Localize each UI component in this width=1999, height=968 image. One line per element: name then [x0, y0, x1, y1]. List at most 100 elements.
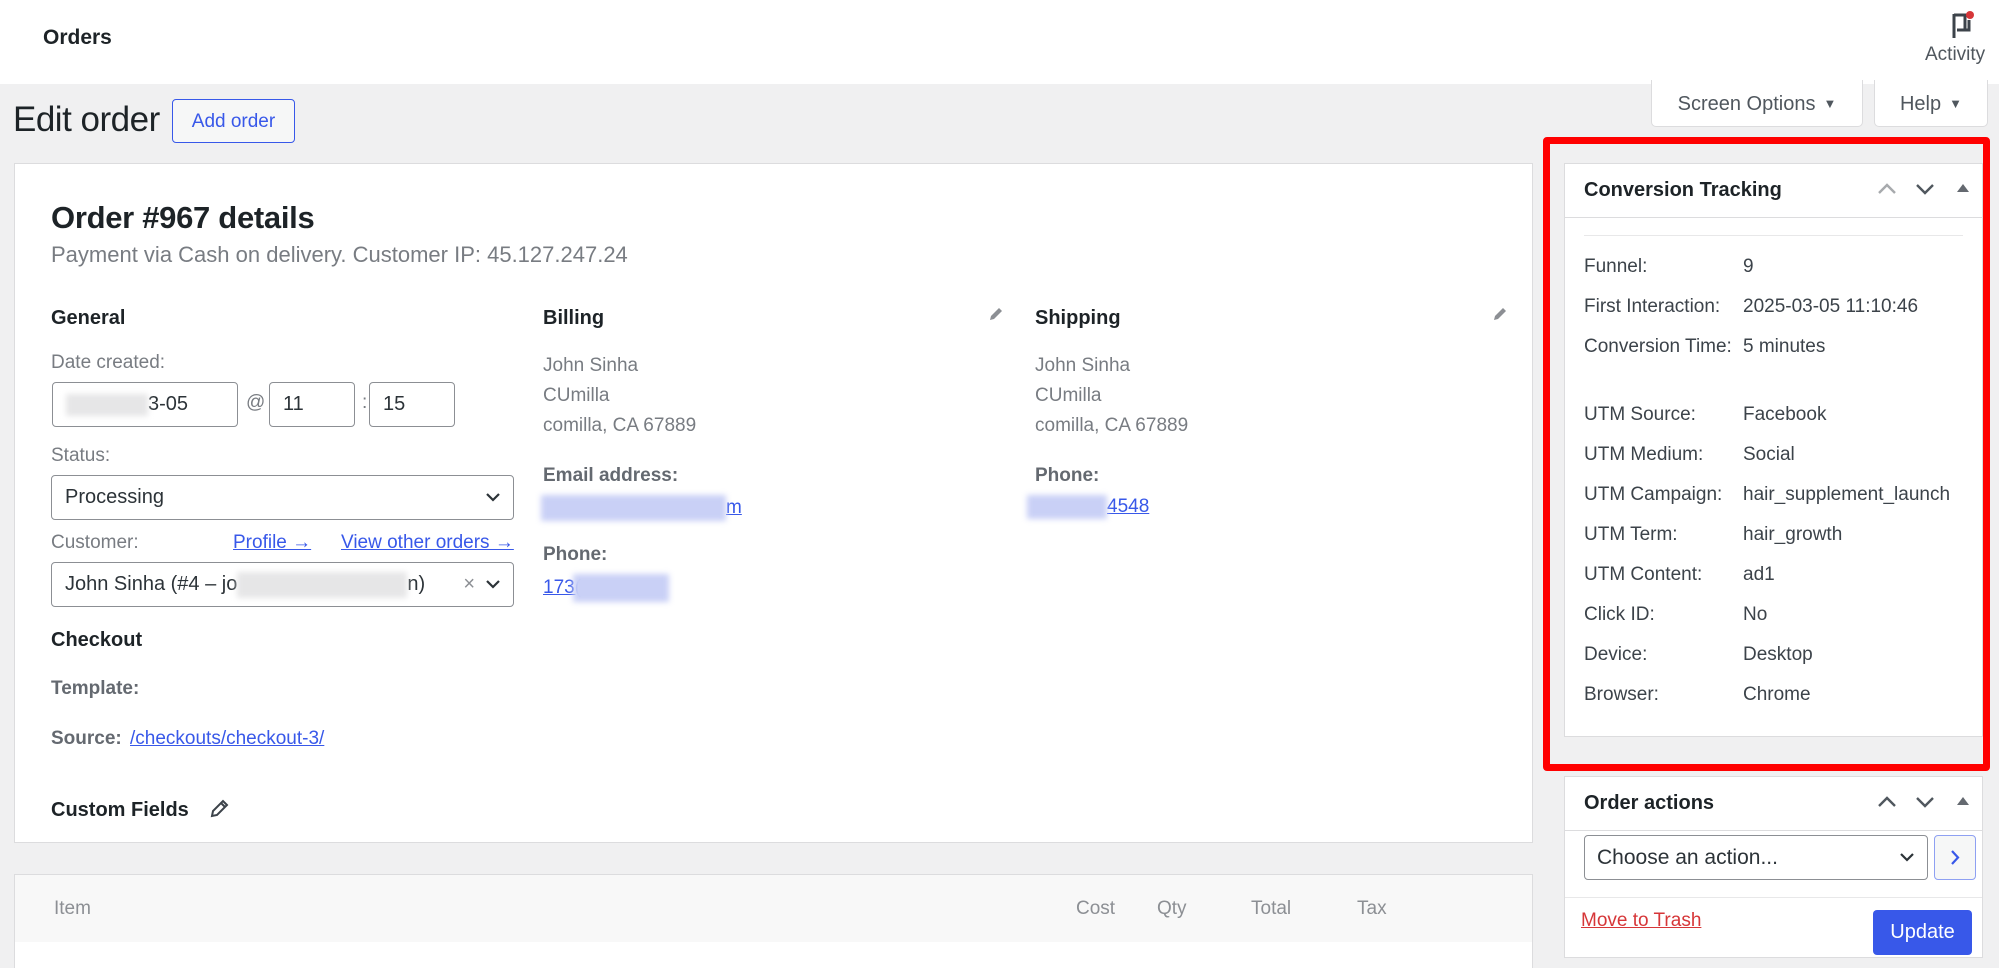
- date-created-label: Date created:: [51, 352, 166, 373]
- caret-down-icon: ▼: [1949, 96, 1962, 111]
- conversion-row-label: Conversion Time:: [1584, 336, 1732, 357]
- hour-input[interactable]: 11: [269, 382, 355, 427]
- column-header-item[interactable]: Item: [54, 898, 91, 920]
- screen-options-label: Screen Options: [1677, 93, 1816, 115]
- conversion-row-label: Browser:: [1584, 684, 1659, 705]
- email-label: Email address:: [543, 465, 679, 486]
- customer-profile-link[interactable]: Profile →: [233, 532, 311, 554]
- order-title: Order #967 details: [51, 200, 315, 235]
- move-to-trash-link[interactable]: Move to Trash: [1581, 910, 1701, 932]
- order-action-select[interactable]: Choose an action...: [1584, 835, 1928, 880]
- status-select[interactable]: Processing: [51, 475, 514, 520]
- clear-icon[interactable]: ×: [463, 563, 475, 606]
- conversion-row-label: Funnel:: [1584, 256, 1648, 277]
- checkout-source-link[interactable]: /checkouts/checkout-3/: [130, 728, 324, 750]
- divider: [1565, 897, 1982, 898]
- billing-heading: Billing: [543, 307, 605, 329]
- order-actions-panel: Order actions Choose an action... Move t…: [1564, 776, 1983, 958]
- billing-address-line: CUmilla: [543, 385, 610, 406]
- billing-phone-link[interactable]: 173(: [543, 574, 670, 602]
- shipping-address-line: John Sinha: [1035, 355, 1131, 376]
- date-value: 3-05: [148, 393, 189, 415]
- general-heading: General: [51, 307, 126, 329]
- chevron-down-icon: [1900, 853, 1914, 862]
- page-breadcrumb-title: Orders: [43, 26, 112, 49]
- conversion-row-value: Desktop: [1743, 644, 1813, 665]
- status-label: Status:: [51, 445, 111, 466]
- conversion-row-label: UTM Source:: [1584, 404, 1696, 425]
- billing-address-line: comilla, CA 67889: [543, 415, 697, 436]
- panel-title: Conversion Tracking: [1584, 179, 1782, 201]
- conversion-row-value: No: [1743, 604, 1768, 625]
- order-action-value: Choose an action...: [1597, 846, 1778, 869]
- collapse-toggle-icon[interactable]: [1955, 179, 1971, 199]
- screen-options-button[interactable]: Screen Options ▼: [1651, 80, 1863, 127]
- conversion-row-label: Device:: [1584, 644, 1648, 665]
- add-order-button[interactable]: Add order: [172, 99, 295, 143]
- flag-icon: [1952, 11, 1974, 38]
- chevron-right-icon: [1951, 850, 1960, 865]
- move-up-icon[interactable]: [1876, 179, 1898, 199]
- divider: [1584, 235, 1963, 236]
- conversion-row-value: ad1: [1743, 564, 1775, 585]
- conversion-row-value: 9: [1743, 256, 1754, 277]
- shipping-heading: Shipping: [1035, 307, 1121, 329]
- conversion-row-label: UTM Medium:: [1584, 444, 1704, 465]
- chevron-down-icon: [486, 493, 500, 502]
- pencil-icon[interactable]: [987, 305, 1005, 323]
- conversion-row-value: 2025-03-05 11:10:46: [1743, 296, 1919, 317]
- panel-header: Order actions: [1565, 777, 1982, 831]
- activity-button[interactable]: Activity: [1925, 6, 1999, 72]
- email-visible: m: [726, 497, 742, 519]
- customer-select[interactable]: John Sinha (#4 – jo n) ×: [51, 562, 514, 607]
- redacted-text: [237, 571, 408, 598]
- source-label: Source:: [51, 728, 122, 749]
- billing-address-line: John Sinha: [543, 355, 639, 376]
- activity-label: Activity: [1925, 44, 1986, 65]
- top-bar: Orders Activity: [0, 0, 1999, 84]
- conversion-tracking-panel: Conversion Tracking Funnel: 9 First Intera…: [1564, 163, 1983, 737]
- time-colon: :: [362, 392, 368, 413]
- redacted-text: [541, 495, 726, 521]
- conversion-row-value: Chrome: [1743, 684, 1811, 705]
- caret-down-icon: ▼: [1823, 96, 1837, 111]
- column-header-tax[interactable]: Tax: [1357, 898, 1387, 920]
- help-button[interactable]: Help ▼: [1874, 80, 1988, 127]
- shipping-phone-link[interactable]: 4548: [1027, 495, 1149, 519]
- panel-title: Order actions: [1584, 792, 1715, 814]
- minute-input[interactable]: 15: [369, 382, 455, 427]
- apply-action-button[interactable]: [1934, 835, 1976, 880]
- update-button[interactable]: Update: [1873, 910, 1972, 955]
- checkout-heading: Checkout: [51, 629, 143, 651]
- pencil-icon[interactable]: [208, 798, 230, 820]
- conversion-row-label: UTM Content:: [1584, 564, 1703, 585]
- page-title: Edit order: [13, 100, 160, 139]
- move-up-icon[interactable]: [1876, 792, 1898, 812]
- table-header: Item Cost Qty Total Tax: [15, 875, 1532, 942]
- customer-label: Customer:: [51, 532, 139, 553]
- move-down-icon[interactable]: [1914, 179, 1936, 199]
- column-header-cost[interactable]: Cost: [1076, 898, 1115, 920]
- column-header-qty[interactable]: Qty: [1157, 898, 1187, 920]
- help-label: Help: [1899, 93, 1942, 115]
- collapse-toggle-icon[interactable]: [1955, 792, 1971, 812]
- chevron-down-icon: [486, 580, 500, 589]
- view-other-orders-link[interactable]: View other orders →: [341, 532, 514, 554]
- conversion-row-value: 5 minutes: [1743, 336, 1826, 357]
- customer-value-end: n): [407, 573, 426, 595]
- pencil-icon[interactable]: [1491, 305, 1509, 323]
- billing-phone-label: Phone:: [543, 544, 608, 565]
- redacted-text: [1027, 495, 1107, 519]
- phone-visible: 4548: [1107, 496, 1150, 518]
- date-created-input[interactable]: 3-05: [52, 382, 238, 427]
- redacted-text: [573, 574, 670, 602]
- shipping-address-line: comilla, CA 67889: [1035, 415, 1189, 436]
- billing-email-link[interactable]: m: [541, 495, 742, 521]
- move-down-icon[interactable]: [1914, 792, 1936, 812]
- order-details-panel: Order #967 details Payment via Cash on d…: [14, 163, 1533, 843]
- conversion-row-label: UTM Term:: [1584, 524, 1678, 545]
- column-header-total[interactable]: Total: [1251, 898, 1291, 920]
- conversion-row-label: First Interaction:: [1584, 296, 1721, 317]
- conversion-row-value: Facebook: [1743, 404, 1827, 425]
- status-value: Processing: [65, 486, 164, 508]
